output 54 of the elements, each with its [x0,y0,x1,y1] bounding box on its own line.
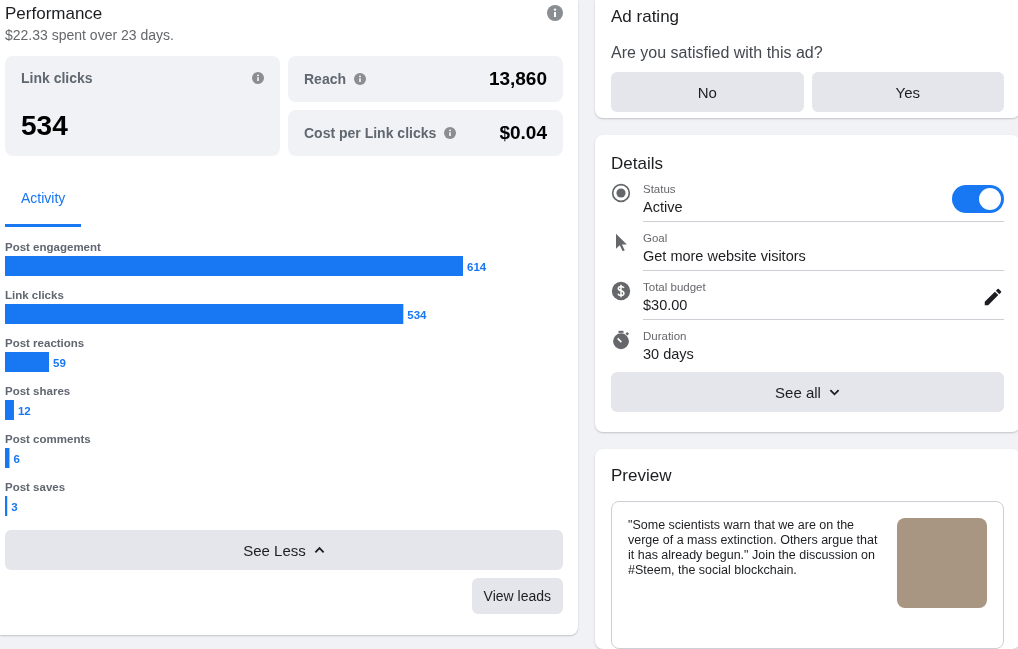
caret-icon [313,546,325,554]
edit-icon[interactable] [982,286,1004,308]
bar-label: Post engagement [5,241,101,253]
bar-label: Post comments [5,433,91,445]
detail-value: Get more website visitors [643,248,806,264]
detail-label: Goal [643,232,669,244]
bar-value: 3 [11,501,18,513]
detail-value: $30.00 [643,297,689,313]
bar [5,352,49,372]
rating-button[interactable]: Yes [811,72,1004,112]
info-icon[interactable] [354,73,367,85]
see-less-button[interactable]: See Less [5,530,563,570]
bar-value: 59 [53,357,66,369]
detail-label: Duration [643,330,688,342]
bar [5,400,14,420]
bar-value: 534 [407,309,427,321]
ad-text: "Some scientists warn that we are on the verge of a mass extinction. Others argue that it has already begun." Join the discussion on #Steem, the social blockchain. [628,518,879,579]
see-all-button[interactable]: See all [611,372,1004,412]
radio-icon [611,183,631,203]
metric-label: Cost per Link clicks [304,125,437,141]
bar [5,496,8,516]
section-title: Details [611,153,664,175]
activity-tab[interactable]: Activity [5,178,82,227]
detail-value: 30 days [643,346,694,362]
spend-summary: $22.33 spent over 23 days. [5,27,174,43]
bar-value: 6 [13,453,20,465]
section-title: Preview [611,465,673,487]
bar-label: Link clicks [5,289,64,301]
bar [5,448,10,468]
view-leads-button[interactable]: View leads [471,578,563,614]
metric-label: Link clicks [21,70,93,86]
detail-value: Active [643,199,683,215]
bar-label: Post shares [5,385,71,397]
metric-label: Reach [304,71,347,87]
status-toggle[interactable] [952,185,1004,213]
info-icon[interactable] [547,5,563,21]
metric-value: 534 [21,110,69,142]
bar-label: Post saves [5,481,66,493]
rating-question: Are you satisfied with this ad? [611,44,824,62]
bar-value: 614 [467,261,487,273]
bar-label: Post reactions [5,337,85,349]
rating-button[interactable]: No [611,72,804,112]
detail-label: Total budget [643,281,706,293]
info-icon[interactable] [252,72,264,84]
metric-value: $0.04 [499,122,547,144]
dollar-icon [611,281,631,301]
section-title: Performance [5,4,104,24]
bar-value: 12 [17,405,31,417]
metric-value: 13,860 [488,68,547,90]
section-title: Ad rating [611,6,681,28]
caret-icon [828,388,840,396]
detail-label: Status [643,183,677,195]
info-icon[interactable] [444,127,457,139]
stopwatch-icon [611,330,631,350]
